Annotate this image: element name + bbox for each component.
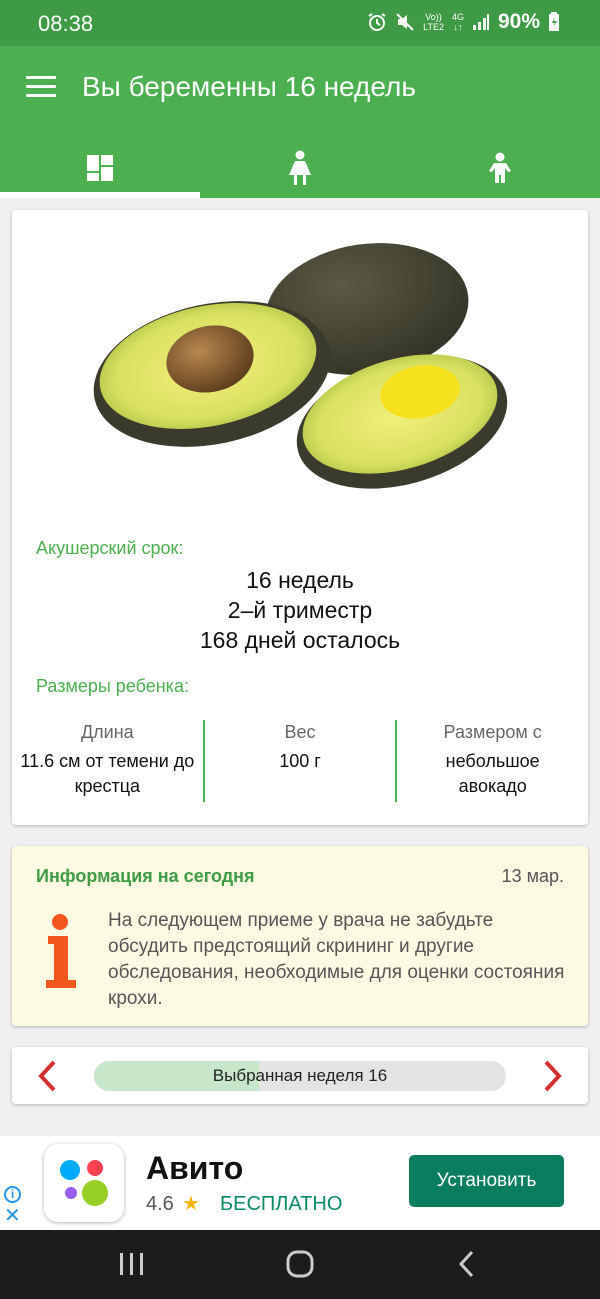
tab-baby[interactable] [400, 138, 600, 198]
ad-price: БЕСПЛАТНО [220, 1193, 343, 1215]
page-title: Вы беременны 16 недель [82, 71, 416, 102]
week-progress-bar[interactable]: Выбранная неделя 16 [94, 1061, 506, 1091]
menu-icon [26, 76, 56, 79]
info-icon [46, 914, 76, 988]
ad-app-name[interactable]: Авито [146, 1150, 243, 1187]
mute-icon [396, 13, 414, 31]
star-icon: ★ [182, 1193, 200, 1215]
size-column: Размером с небольшое авокадо [397, 720, 588, 802]
app-bar: Вы беременны 16 недель [0, 46, 600, 198]
child-icon [489, 152, 511, 183]
weight-caption: Вес [284, 722, 316, 742]
weeks-value: 16 недель [246, 567, 354, 593]
length-value: 11.6 см от темени до крестца [20, 751, 195, 796]
tab-mother[interactable] [200, 138, 400, 198]
days-left-value: 168 дней осталось [199, 627, 401, 653]
battery-level: 90% [497, 10, 540, 33]
status-time: 08:38 [38, 11, 94, 36]
back-button[interactable] [450, 1248, 486, 1280]
baby-size-label: Размеры ребенка: [36, 676, 189, 696]
ad-app-icon[interactable] [44, 1144, 124, 1222]
today-text: На следующем приеме у врача не забудьте … [108, 910, 565, 1009]
today-heading: Информация на сегодня [36, 866, 255, 886]
signal-icon [472, 14, 489, 30]
battery-icon [549, 12, 559, 31]
system-nav-bar [0, 1230, 600, 1299]
next-week-button[interactable] [538, 1059, 566, 1093]
network-indicator: 4G ↓↑ [451, 12, 464, 32]
trimester-value: 2–й триместр [227, 597, 373, 623]
recent-apps-button[interactable] [114, 1248, 150, 1280]
length-caption: Длина [80, 722, 134, 742]
size-caption: Размером с [443, 722, 542, 742]
length-column: Длина 11.6 см от темени до крестца [12, 720, 203, 802]
volte-indicator: Vo)) LTE2 [423, 12, 444, 32]
status-icons: Vo)) LTE2 4G ↓↑ 90% [367, 10, 560, 34]
selected-week-label: Выбранная неделя 16 [212, 1066, 388, 1085]
size-value: небольшое авокадо [445, 751, 540, 796]
obstetric-term-label: Акушерский срок: [36, 538, 184, 558]
previous-week-button[interactable] [34, 1059, 62, 1093]
ad-close-icon[interactable]: ✕ [4, 1206, 21, 1226]
today-date: 13 мар. [501, 866, 564, 886]
avocado-image [93, 243, 508, 489]
menu-button[interactable] [26, 76, 56, 98]
status-bar: 08:38 Vo)) LTE2 4G ↓↑ 90% [0, 0, 600, 46]
baby-size-columns: Длина 11.6 см от темени до крестца Вес 1… [12, 720, 588, 802]
weight-value: 100 г [279, 751, 321, 771]
woman-icon [289, 150, 311, 185]
ad-info-icon[interactable]: i [4, 1186, 21, 1203]
avito-logo-icon [60, 1160, 108, 1206]
tab-dashboard[interactable] [0, 138, 200, 198]
ad-rating: 4.6 [146, 1193, 174, 1215]
dashboard-icon [87, 155, 113, 181]
tab-bar [0, 138, 600, 198]
week-selector: Выбранная неделя 16 [12, 1047, 588, 1104]
install-button[interactable]: Установить [409, 1155, 564, 1207]
today-info-card: Информация на сегодня 13 мар. На следующ… [12, 846, 588, 1026]
alarm-icon [368, 13, 386, 31]
week-info-card: Акушерский срок: 16 недель 2–й триместр … [12, 210, 588, 825]
weight-column: Вес 100 г [205, 720, 396, 802]
ad-banner: i ✕ Авито 4.6 ★ БЕСПЛАТНО Установить [0, 1136, 600, 1230]
home-button[interactable] [282, 1248, 318, 1280]
